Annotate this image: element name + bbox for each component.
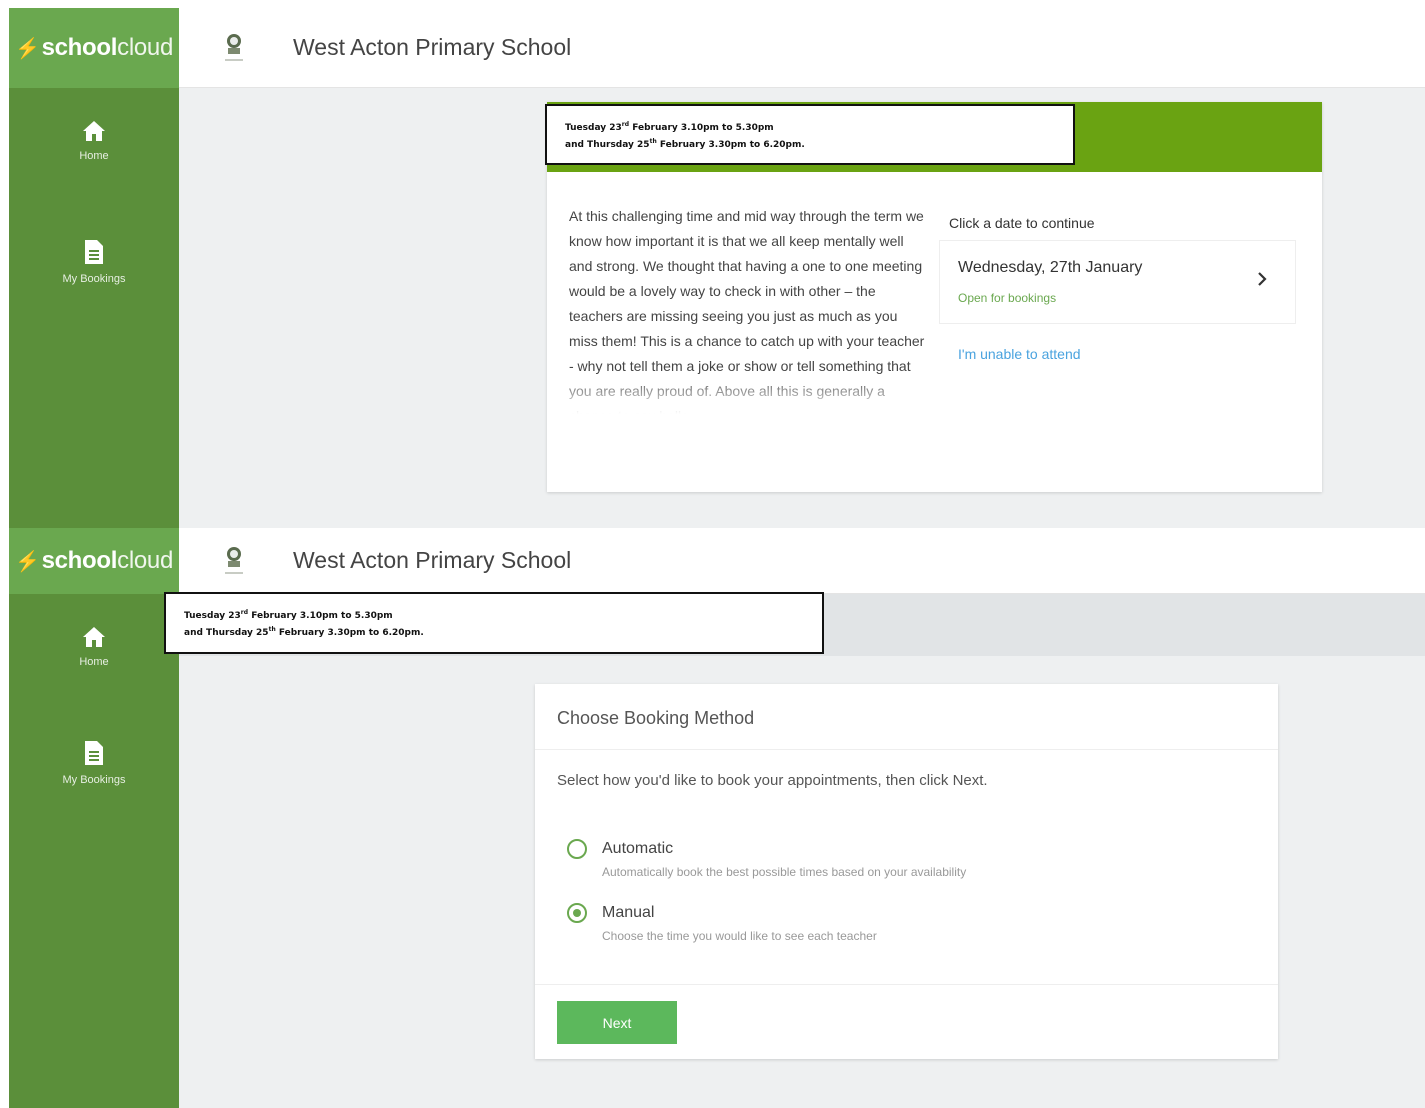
screenshot-booking-method: ⚡ school cloud Home My Bookings West Acto… [9,528,1425,1108]
option-label: Manual [602,904,655,921]
notice-sup: th [268,626,276,633]
logo-mark-icon: ⚡ [14,550,40,573]
document-icon [85,240,103,264]
option-description: Choose the time you would like to see ea… [602,929,877,943]
event-dates-notice: Tuesday 23rd February 3.10pm to 5.30pm a… [164,592,824,654]
sidebar-item-my-bookings[interactable]: My Bookings [9,239,179,287]
schoolcloud-logo[interactable]: ⚡ school cloud [9,8,179,88]
sidebar: ⚡ school cloud Home My Bookings [9,8,179,528]
next-button[interactable]: Next [557,1001,677,1044]
sidebar-item-home[interactable]: Home [9,120,179,164]
logo-text-bold: school [41,547,118,574]
home-icon [83,121,105,141]
notice-text: Tuesday 23 [184,611,241,621]
school-crest-icon [219,544,249,578]
sidebar-item-my-bookings[interactable]: My Bookings [9,740,179,788]
schoolcloud-logo[interactable]: ⚡ school cloud [9,528,179,594]
radio-manual[interactable] [567,903,587,923]
school-name: West Acton Primary School [293,34,572,60]
logo-text-light: cloud [117,547,174,574]
sidebar-item-home[interactable]: Home [9,626,179,670]
school-crest-icon [219,31,249,65]
radio-automatic[interactable] [567,839,587,859]
logo-text-bold: school [41,34,118,61]
logo-mark-icon: ⚡ [14,37,40,60]
notice-text: February 3.10pm to 5.30pm [629,123,774,133]
document-icon [85,741,103,765]
sidebar-item-label: Home [79,150,109,162]
notice-line-1: Tuesday 23rd February 3.10pm to 5.30pm [184,606,804,623]
date-status: Open for bookings [958,291,1057,305]
notice-sup: rd [240,609,249,616]
card-title: Choose Booking Method [557,708,755,728]
divider [535,749,1278,750]
school-name: West Acton Primary School [293,547,572,573]
notice-sup: th [649,138,657,145]
instruction-text: Select how you'd like to book your appoi… [557,772,988,789]
unable-to-attend-link[interactable]: I'm unable to attend [958,346,1081,362]
notice-line-1: Tuesday 23rd February 3.10pm to 5.30pm [565,118,1055,135]
sidebar-item-label: My Bookings [62,273,126,285]
header-bar: West Acton Primary School [179,528,1425,594]
notice-line-2: and Thursday 25th February 3.30pm to 6.2… [184,623,804,640]
date-option[interactable]: Wednesday, 27th January Open for booking… [939,240,1296,324]
divider [535,984,1278,985]
notice-text: and Thursday 25 [565,140,650,150]
sidebar: ⚡ school cloud Home My Bookings [9,528,179,1108]
dates-title: Click a date to continue [949,215,1095,231]
booking-method-card: Choose Booking Method Select how you'd l… [535,684,1278,1059]
option-description: Automatically book the best possible tim… [602,865,967,879]
chevron-right-icon [1258,272,1267,286]
screenshot-event-page: ⚡ school cloud Home My Bookings West Acto… [9,8,1425,528]
text-fade [569,374,929,414]
date-label: Wednesday, 27th January [958,259,1143,276]
logo-text-light: cloud [117,34,174,61]
notice-sup: rd [621,121,630,128]
header-bar: West Acton Primary School [179,8,1425,88]
option-label: Automatic [602,840,674,857]
home-icon [83,627,105,647]
notice-text: February 3.10pm to 5.30pm [248,611,393,621]
sidebar-item-label: Home [79,656,109,668]
notice-text: February 3.30pm to 6.20pm. [275,628,424,638]
event-dates-notice: Tuesday 23rd February 3.10pm to 5.30pm a… [545,104,1075,165]
notice-text: and Thursday 25 [184,628,269,638]
sidebar-item-label: My Bookings [62,774,126,786]
event-intro: At this challenging time and mid way thr… [569,204,929,414]
notice-text: Tuesday 23 [565,123,622,133]
notice-line-2: and Thursday 25th February 3.30pm to 6.2… [565,135,1055,152]
notice-text: February 3.30pm to 6.20pm. [656,140,805,150]
